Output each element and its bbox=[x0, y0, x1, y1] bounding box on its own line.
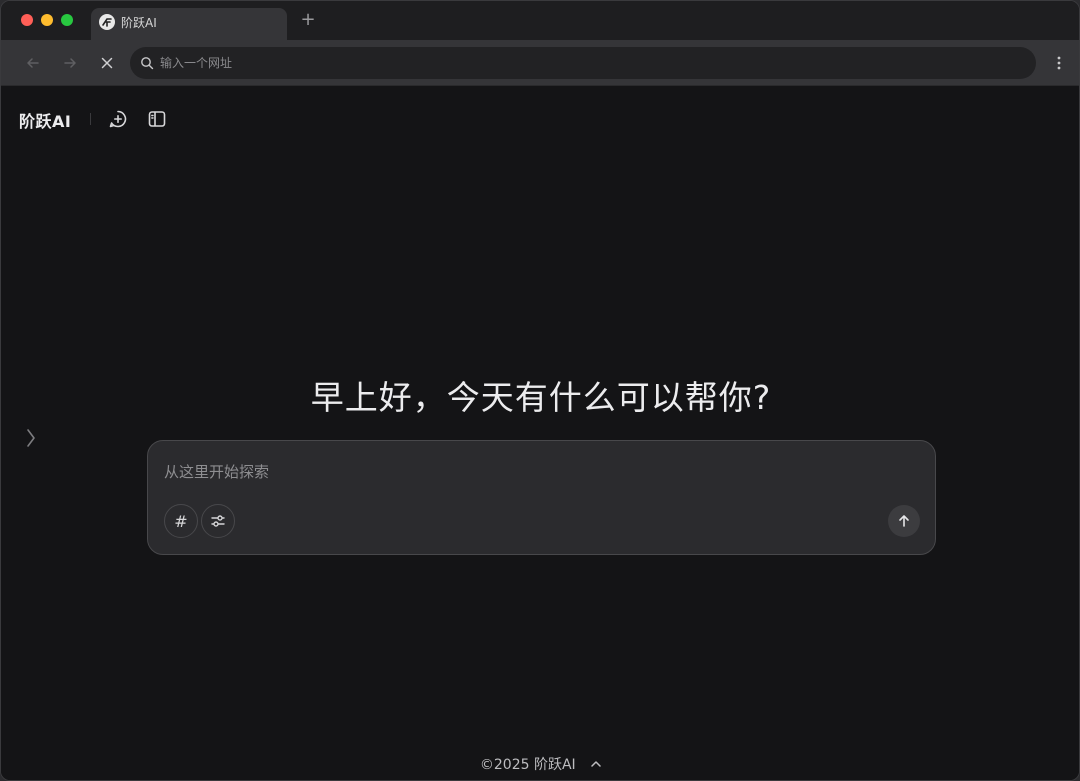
close-icon bbox=[101, 57, 113, 69]
window-close-button[interactable] bbox=[21, 14, 33, 26]
chevron-up-icon bbox=[591, 761, 601, 767]
chat-composer: # bbox=[147, 440, 936, 555]
browser-menu-button[interactable] bbox=[1053, 52, 1065, 74]
footer: ©2025 阶跃AI bbox=[1, 754, 1079, 774]
topic-hash-button[interactable]: # bbox=[164, 504, 198, 538]
new-chat-icon bbox=[109, 110, 127, 128]
browser-window: 阶跃AI + 阶跃AI bbox=[0, 0, 1080, 781]
address-input[interactable] bbox=[160, 47, 1020, 79]
arrow-up-icon bbox=[899, 515, 909, 527]
tab-title: 阶跃AI bbox=[121, 16, 157, 30]
more-vertical-icon bbox=[1057, 56, 1061, 70]
tab-strip: 阶跃AI + bbox=[1, 1, 1079, 40]
back-button[interactable] bbox=[22, 52, 44, 74]
window-maximize-button[interactable] bbox=[61, 14, 73, 26]
app-page: 阶跃AI 早上好，今天有什么可以帮你? # bbox=[1, 87, 1079, 780]
arrow-right-icon bbox=[64, 58, 76, 68]
footer-expand-button[interactable] bbox=[590, 757, 602, 773]
chat-input[interactable] bbox=[164, 457, 914, 487]
expand-sidebar-handle[interactable] bbox=[25, 427, 39, 451]
sliders-icon bbox=[211, 515, 225, 527]
chevron-right-icon bbox=[27, 429, 35, 447]
sidebar-toggle-button[interactable] bbox=[146, 108, 168, 130]
stepfun-logo-icon bbox=[99, 14, 115, 30]
footer-copyright: ©2025 阶跃AI bbox=[479, 757, 576, 773]
browser-tab-active[interactable]: 阶跃AI bbox=[91, 8, 287, 40]
window-minimize-button[interactable] bbox=[41, 14, 53, 26]
arrow-left-icon bbox=[27, 58, 39, 68]
brand-logo-text[interactable]: 阶跃AI bbox=[19, 108, 71, 132]
greeting-heading: 早上好，今天有什么可以帮你? bbox=[310, 378, 772, 417]
new-tab-button[interactable]: + bbox=[299, 9, 317, 31]
stop-loading-button[interactable] bbox=[96, 52, 118, 74]
browser-toolbar bbox=[1, 40, 1079, 86]
search-icon bbox=[141, 57, 154, 70]
address-bar[interactable] bbox=[130, 47, 1036, 79]
header-divider bbox=[90, 113, 91, 125]
model-settings-button[interactable] bbox=[201, 504, 235, 538]
send-button[interactable] bbox=[888, 505, 920, 537]
forward-button[interactable] bbox=[59, 52, 81, 74]
sidebar-toggle-icon bbox=[148, 111, 166, 127]
new-chat-button[interactable] bbox=[107, 108, 129, 130]
